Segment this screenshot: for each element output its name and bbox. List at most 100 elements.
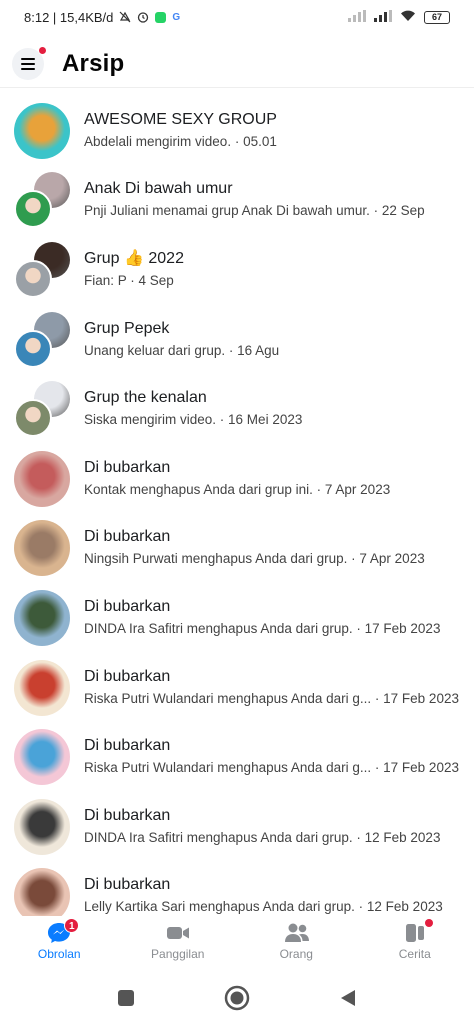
- thread-text: Grup the kenalan Siska mengirim video. · …: [84, 388, 474, 430]
- thread-text: Di bubarkan Riska Putri Wulandari menghap…: [84, 667, 474, 709]
- thread-avatar: [14, 589, 70, 646]
- tab-label: Orang: [279, 946, 313, 961]
- avatar[interactable]: [14, 381, 70, 438]
- thread-text: Di bubarkan Ningsih Purwati menghapus And…: [84, 527, 474, 569]
- thread-name: Grup Pepek: [84, 319, 170, 337]
- alarm-icon: [137, 11, 149, 23]
- avatar[interactable]: [14, 311, 70, 368]
- unread-badge: 1: [64, 917, 80, 933]
- thread-item[interactable]: Di bubarkan DINDA Ira Safitri menghapus A…: [0, 792, 474, 862]
- wifi-icon: [400, 10, 416, 25]
- thread-name: Di bubarkan: [84, 806, 171, 824]
- thread-name: Di bubarkan: [84, 528, 171, 546]
- thread-preview: Pnji Juliani menamai grup Anak Di bawah …: [84, 203, 425, 219]
- group-avatar-front: [14, 190, 52, 229]
- thread-name: Di bubarkan: [84, 667, 171, 685]
- google-icon: G: [172, 11, 181, 23]
- thread-item[interactable]: Di bubarkan Kontak menghapus Anda dari gr…: [0, 444, 474, 514]
- thread-avatar: [14, 729, 70, 786]
- avatar[interactable]: [14, 450, 70, 507]
- thread-avatar: [14, 102, 70, 159]
- mute-icon: [119, 11, 131, 23]
- status-bar: 8:12 | 15,4KB/d G 67: [0, 0, 474, 34]
- thread-preview: Kontak menghapus Anda dari grup ini. · 7…: [84, 481, 391, 497]
- status-time-speed: 8:12 | 15,4KB/d: [24, 9, 114, 25]
- tab-panggilan[interactable]: Panggilan: [119, 916, 238, 966]
- avatar[interactable]: [14, 659, 70, 716]
- avatar[interactable]: [14, 172, 70, 229]
- thread-preview: Riska Putri Wulandari menghapus Anda dar…: [84, 690, 459, 706]
- avatar[interactable]: [14, 102, 70, 159]
- thread-item[interactable]: Anak Di bawah umur Pnji Juliani menamai g…: [0, 166, 474, 236]
- square-icon: [117, 990, 134, 1006]
- stories-icon: [403, 918, 433, 944]
- thread-name: AWESOME SEXY GROUP: [84, 110, 277, 128]
- group-avatar-front: [14, 329, 52, 368]
- thread-item[interactable]: Grup 👍 2022 Fian: P · 4 Sep: [0, 235, 474, 305]
- thread-item[interactable]: Grup Pepek Unang keluar dari grup. · 16 A…: [0, 305, 474, 375]
- thread-preview: Unang keluar dari grup. · 16 Agu: [84, 342, 280, 358]
- signal-icon: [348, 9, 366, 25]
- tab-obrolan[interactable]: 1 Obrolan: [0, 916, 119, 966]
- thread-avatar: [14, 520, 70, 577]
- thread-preview: DINDA Ira Safitri menghapus Anda dari gr…: [84, 620, 441, 636]
- thread-item[interactable]: Grup the kenalan Siska mengirim video. · …: [0, 374, 474, 444]
- thread-text: Anak Di bawah umur Pnji Juliani menamai g…: [84, 179, 474, 221]
- recents-button[interactable]: [112, 984, 140, 1012]
- thread-item[interactable]: Di bubarkan Ningsih Purwati menghapus And…: [0, 514, 474, 584]
- thread-preview: Abdelali mengirim video. · 05.01: [84, 133, 277, 149]
- thread-text: Grup 👍 2022 Fian: P · 4 Sep: [84, 249, 474, 291]
- thread-item[interactable]: Di bubarkan DINDA Ira Safitri menghapus A…: [0, 583, 474, 653]
- thread-item[interactable]: Di bubarkan Riska Putri Wulandari menghap…: [0, 653, 474, 723]
- avatar[interactable]: [14, 589, 70, 646]
- thread-text: Grup Pepek Unang keluar dari grup. · 16 A…: [84, 319, 474, 361]
- people-icon: [284, 922, 310, 944]
- home-button[interactable]: [223, 984, 251, 1012]
- tab-label: Cerita: [398, 946, 431, 961]
- thread-list: AWESOME SEXY GROUP Abdelali mengirim vide…: [0, 96, 474, 916]
- status-left: 8:12 | 15,4KB/d G: [24, 10, 180, 25]
- thread-name: Grup 👍 2022: [84, 249, 184, 267]
- thread-item[interactable]: Di bubarkan Riska Putri Wulandari menghap…: [0, 722, 474, 792]
- back-button[interactable]: [334, 984, 362, 1012]
- thread-name: Anak Di bawah umur: [84, 180, 233, 198]
- tab-orang[interactable]: Orang: [237, 916, 356, 966]
- avatar[interactable]: [14, 729, 70, 786]
- avatar[interactable]: [14, 520, 70, 577]
- thread-preview: Riska Putri Wulandari menghapus Anda dar…: [84, 760, 459, 776]
- thread-text: Di bubarkan Lelly Kartika Sari menghapus …: [84, 875, 474, 916]
- tab-cerita[interactable]: Cerita: [356, 916, 474, 966]
- thread-item[interactable]: AWESOME SEXY GROUP Abdelali mengirim vide…: [0, 96, 474, 166]
- thread-name: Grup the kenalan: [84, 389, 207, 407]
- avatar[interactable]: [14, 798, 70, 855]
- notification-dot: [424, 918, 433, 927]
- thread-preview: DINDA Ira Safitri menghapus Anda dari gr…: [84, 829, 441, 845]
- thread-avatar: [14, 450, 70, 507]
- triangle-back-icon: [341, 990, 356, 1006]
- bottom-nav: 1 Obrolan Panggilan Orang Cerita: [0, 916, 474, 966]
- signal-icon-2: [374, 9, 392, 25]
- menu-button[interactable]: [12, 45, 47, 80]
- thread-avatar: [14, 868, 70, 916]
- chat-icon: 1: [47, 917, 80, 944]
- avatar[interactable]: [14, 241, 70, 298]
- video-call-icon: [166, 922, 190, 944]
- thread-name: Di bubarkan: [84, 876, 171, 894]
- group-avatar-front: [14, 399, 52, 438]
- thread-preview: Siska mengirim video. · 16 Mei 2023: [84, 412, 303, 428]
- page-title: Arsip: [62, 49, 125, 77]
- thread-name: Di bubarkan: [84, 737, 171, 755]
- thread-avatar: [14, 798, 70, 855]
- thread-item[interactable]: Di bubarkan Lelly Kartika Sari menghapus …: [0, 862, 474, 916]
- thread-avatar: [14, 659, 70, 716]
- tab-label: Panggilan: [151, 946, 205, 961]
- avatar[interactable]: [14, 868, 70, 916]
- status-right: 67: [348, 9, 450, 25]
- thread-text: Di bubarkan DINDA Ira Safitri menghapus A…: [84, 597, 474, 639]
- thread-text: Di bubarkan Riska Putri Wulandari menghap…: [84, 736, 474, 778]
- app-header: Arsip: [0, 40, 474, 88]
- thread-text: AWESOME SEXY GROUP Abdelali mengirim vide…: [84, 110, 474, 152]
- circle-icon: [224, 985, 250, 1011]
- system-nav-bar: [0, 970, 474, 1026]
- thread-text: Di bubarkan DINDA Ira Safitri menghapus A…: [84, 806, 474, 848]
